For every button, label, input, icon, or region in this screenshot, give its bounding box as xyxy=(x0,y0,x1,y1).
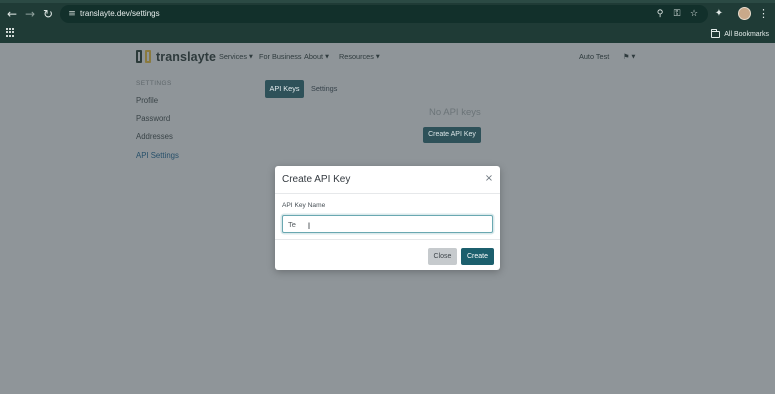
all-bookmarks-label: All Bookmarks xyxy=(724,30,769,38)
user-menu[interactable]: Auto Test xyxy=(579,52,609,62)
bookmarks-bar: All Bookmarks xyxy=(0,25,775,43)
close-button[interactable]: Close xyxy=(428,248,457,265)
modal-footer: Close Create xyxy=(275,239,500,270)
tab-settings[interactable]: Settings xyxy=(311,80,337,98)
api-key-name-input[interactable] xyxy=(282,215,493,233)
forward-icon[interactable]: → xyxy=(23,7,37,21)
nav-about-label: About xyxy=(304,52,324,61)
sidebar-item-addresses[interactable]: Addresses xyxy=(136,132,173,142)
chevron-down-icon: ▼ xyxy=(375,54,380,60)
chevron-down-icon: ▼ xyxy=(631,54,636,60)
nav-about[interactable]: About ▼ xyxy=(304,52,329,63)
text-cursor-icon: I xyxy=(307,221,311,231)
nav-resources-label: Resources xyxy=(339,52,374,61)
chevron-down-icon: ▼ xyxy=(248,54,253,60)
site-settings-icon[interactable]: ≡ xyxy=(66,8,78,20)
api-key-name-label: API Key Name xyxy=(282,202,326,209)
nav-services-label: Services xyxy=(219,52,247,61)
user-menu-label: Auto Test xyxy=(579,52,610,61)
zoom-icon[interactable]: ⚲ xyxy=(654,8,666,20)
settings-heading: SETTINGS xyxy=(136,80,172,87)
modal-header: Create API Key × xyxy=(275,166,500,194)
flag-icon: ⚑ xyxy=(623,52,630,61)
profile-avatar[interactable] xyxy=(738,7,751,20)
logo-icon xyxy=(136,50,151,63)
browser-toolbar: ← → ↻ ≡ translayte.dev/settings ⚲ ⚿ ☆ ✦ … xyxy=(0,0,775,43)
star-icon[interactable]: ☆ xyxy=(688,8,700,20)
sidebar-item-password[interactable]: Password xyxy=(136,114,170,124)
logo-text: translayte xyxy=(156,49,217,64)
all-bookmarks-button[interactable]: All Bookmarks xyxy=(711,27,769,41)
create-api-key-button[interactable]: Create API Key xyxy=(423,127,481,143)
site-logo[interactable]: translayte xyxy=(136,49,216,64)
tab-api-keys[interactable]: API Keys xyxy=(265,80,304,98)
apps-grid-icon[interactable] xyxy=(6,28,15,37)
close-icon[interactable]: × xyxy=(484,173,494,185)
nav-for-business-label: For Business xyxy=(259,52,302,61)
nav-services[interactable]: Services ▼ xyxy=(219,52,253,63)
create-button[interactable]: Create xyxy=(461,248,494,265)
modal-title: Create API Key xyxy=(282,174,351,185)
nav-resources[interactable]: Resources ▼ xyxy=(339,52,380,63)
chevron-down-icon: ▼ xyxy=(325,54,329,60)
language-selector[interactable]: ⚑ ▼ xyxy=(623,52,635,63)
address-bar[interactable]: ≡ translayte.dev/settings ⚲ ⚿ ☆ xyxy=(60,5,708,23)
folder-icon xyxy=(711,28,721,38)
kebab-menu-icon[interactable]: ⋮ xyxy=(758,7,769,21)
nav-for-business[interactable]: For Business xyxy=(259,52,302,62)
site-header: translayte Services ▼ For Business About ▼… xyxy=(0,43,775,70)
tab-strip xyxy=(0,0,775,3)
back-icon[interactable]: ← xyxy=(5,7,19,21)
create-api-key-modal: Create API Key × API Key Name Close Crea… xyxy=(275,166,500,270)
puzzle-icon[interactable]: ✦ xyxy=(713,8,725,20)
address-url[interactable]: translayte.dev/settings xyxy=(80,8,160,20)
reload-icon[interactable]: ↻ xyxy=(41,7,55,21)
empty-state-text: No API keys xyxy=(429,107,481,118)
key-icon[interactable]: ⚿ xyxy=(671,8,683,20)
sidebar-item-profile[interactable]: Profile xyxy=(136,96,158,106)
sidebar-item-api-settings[interactable]: API Settings xyxy=(136,151,179,161)
